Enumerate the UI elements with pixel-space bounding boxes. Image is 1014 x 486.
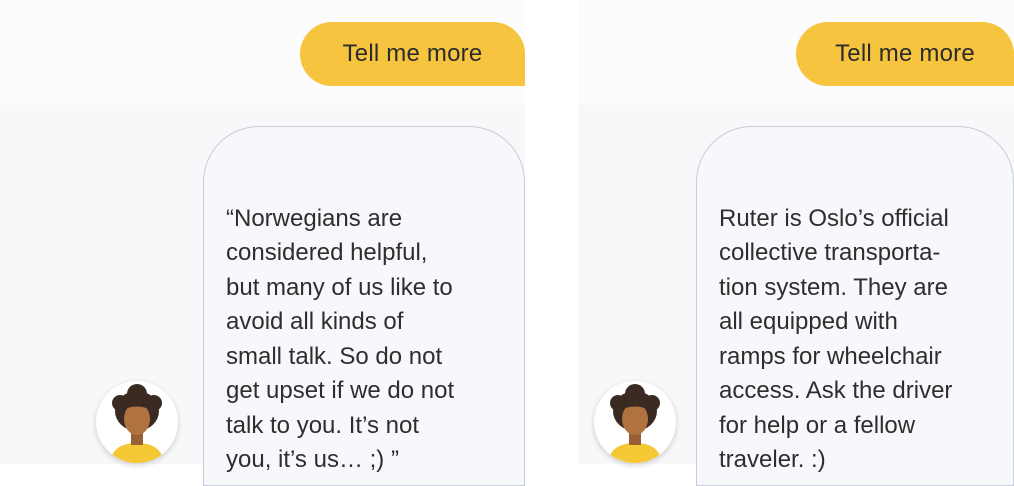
left-chat-panel: Tell me more “Norwegians are considered … bbox=[0, 0, 525, 486]
right-bot-avatar bbox=[594, 381, 676, 463]
left-user-message-text: Tell me more bbox=[342, 40, 483, 67]
woman-avatar-icon bbox=[110, 384, 164, 463]
left-bot-message-text: “Norwegians are considered helpful, but … bbox=[226, 204, 455, 474]
right-user-message-text: Tell me more bbox=[835, 40, 975, 67]
right-chat-panel: Tell me more Ruter is Oslo’s official co… bbox=[578, 0, 1014, 486]
right-bot-message-text: Ruter is Oslo’s official collective tran… bbox=[719, 204, 953, 474]
woman-avatar-icon bbox=[608, 384, 662, 463]
left-user-message-bubble: Tell me more bbox=[300, 22, 525, 86]
left-bot-message-bubble: “Norwegians are considered helpful, but … bbox=[203, 126, 525, 486]
right-bot-message-bubble: Ruter is Oslo’s official collective tran… bbox=[696, 126, 1014, 486]
left-bot-avatar bbox=[96, 381, 178, 463]
right-user-message-bubble: Tell me more bbox=[796, 22, 1014, 86]
